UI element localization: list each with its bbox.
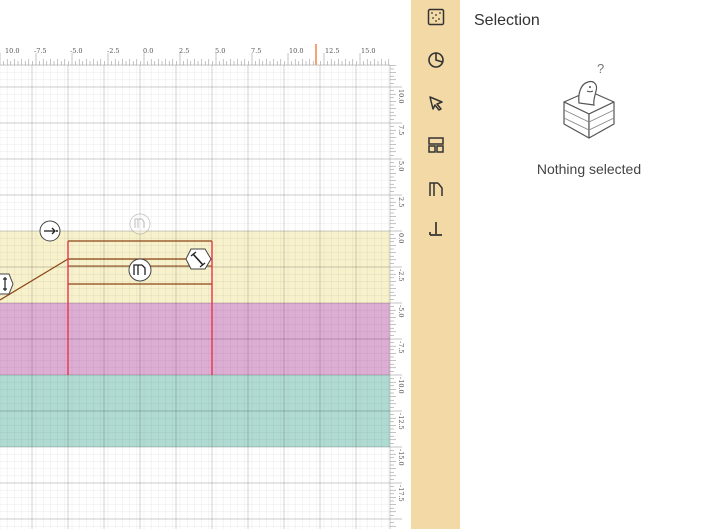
top-ruler-label: -2.5 [107, 47, 120, 55]
top-ruler-label: 15.0 [361, 47, 375, 55]
foundation-marker-icon[interactable] [128, 258, 152, 282]
canvas-drawing[interactable]: 10.0 -7.5 -5.0 -2.5 0.0 2.5 5.0 7.5 10.0 12.5 15.0… [0, 0, 411, 529]
selection-panel: Selection ? Nothing selected [460, 0, 710, 529]
top-ruler-label: -7.5 [34, 47, 47, 55]
right-ruler-label: -7.5 [397, 341, 405, 354]
texture-icon[interactable] [423, 4, 449, 30]
right-ruler-label: 7.5 [397, 125, 405, 135]
anchor-rod-marker-icon[interactable] [185, 248, 212, 270]
drawing-canvas[interactable]: 10.0 -7.5 -5.0 -2.5 0.0 2.5 5.0 7.5 10.0 12.5 15.0… [0, 0, 411, 529]
right-ruler-label: 2.5 [397, 197, 405, 207]
empty-selection-text: Nothing selected [536, 161, 642, 177]
foundation-marker-faded-icon[interactable] [129, 213, 151, 235]
layout-icon[interactable] [423, 132, 449, 158]
top-ruler-label: 5.0 [215, 47, 225, 55]
foundation-icon[interactable] [423, 176, 449, 202]
empty-selection-illustration: ? [558, 58, 620, 149]
top-ruler-label: -5.0 [70, 47, 83, 55]
right-ruler-label: -15.0 [397, 449, 405, 466]
svg-text:?: ? [597, 61, 604, 76]
pie-icon[interactable] [423, 47, 449, 73]
right-ruler-label: -17.5 [397, 485, 405, 502]
right-ruler-label: 0.0 [397, 233, 405, 243]
select-cursor-icon[interactable] [423, 90, 449, 116]
top-ruler-label: 10.0 [289, 47, 303, 55]
top-ruler-label: 2.5 [179, 47, 189, 55]
right-ruler-label: -5.0 [397, 305, 405, 318]
right-ruler-label: -12.5 [397, 413, 405, 430]
top-ruler-label: 12.5 [325, 47, 339, 55]
top-ruler-label: 10.0 [5, 47, 19, 55]
top-ruler-label: 7.5 [251, 47, 261, 55]
top-ruler-label: 0.0 [143, 47, 153, 55]
right-ruler-label: -10.0 [397, 377, 405, 394]
panel-title: Selection [474, 12, 540, 29]
anchor-icon[interactable] [423, 216, 449, 242]
right-ruler-label: -2.5 [397, 269, 405, 282]
right-ruler-label: 5.0 [397, 161, 405, 171]
right-ruler-label: 10.0 [397, 89, 405, 103]
toolbar [411, 0, 460, 529]
anchor-marker-icon[interactable] [39, 220, 61, 242]
